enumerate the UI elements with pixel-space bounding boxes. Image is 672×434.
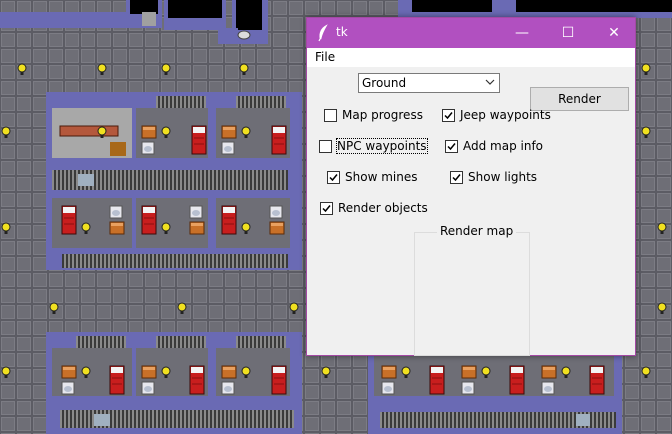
jeep-waypoints-box <box>442 109 455 122</box>
render-objects-box <box>320 202 333 215</box>
minimize-button[interactable]: — <box>499 18 545 48</box>
title-bar[interactable]: tk — ☐ ✕ <box>307 18 635 48</box>
layer-select-value: Ground <box>362 76 407 90</box>
npc-waypoints-box <box>319 140 332 153</box>
map-progress-label: Map progress <box>342 108 423 122</box>
chevron-down-icon <box>485 79 495 85</box>
render-map-group-title: Render map <box>437 224 517 238</box>
checkmark-icon <box>329 174 338 182</box>
menu-bar: File <box>307 48 635 67</box>
window-title: tk <box>336 25 348 39</box>
jeep-waypoints-label: Jeep waypoints <box>460 108 551 122</box>
checkmark-icon <box>322 205 331 213</box>
close-button[interactable]: ✕ <box>591 18 637 48</box>
render-objects-label: Render objects <box>338 201 428 215</box>
layer-select[interactable]: Ground <box>358 73 500 93</box>
map-progress-box <box>324 109 337 122</box>
add-map-info-label: Add map info <box>463 139 544 153</box>
menu-file[interactable]: File <box>315 50 335 64</box>
maximize-button[interactable]: ☐ <box>545 18 591 48</box>
checkmark-icon <box>447 143 456 151</box>
add-map-info-box <box>445 140 458 153</box>
tk-window: tk — ☐ ✕ File Ground Render Map progress… <box>306 17 636 356</box>
show-mines-label: Show mines <box>345 170 418 184</box>
checkmark-icon <box>444 112 453 120</box>
checkmark-icon <box>452 174 461 182</box>
show-mines-box <box>327 171 340 184</box>
feather-icon <box>318 24 328 42</box>
show-lights-box <box>450 171 463 184</box>
render-map-group: Render map <box>414 224 530 356</box>
npc-waypoints-label: NPC waypoints <box>336 138 428 154</box>
show-lights-label: Show lights <box>468 170 538 184</box>
